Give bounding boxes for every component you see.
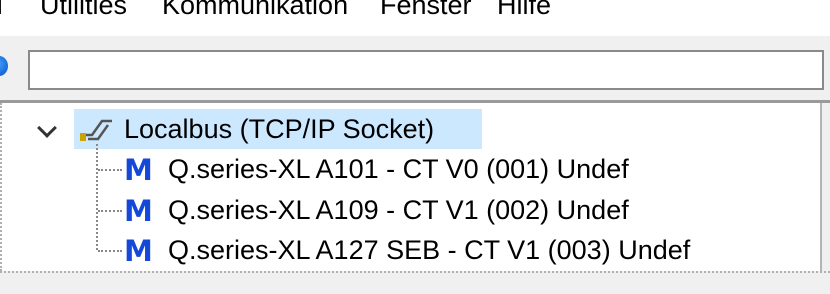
menu-bar: ı Utilities Kommunikation Fenster Hilfe <box>0 0 830 28</box>
tree-connector <box>98 250 122 252</box>
menu-fenster[interactable]: Fenster <box>380 0 472 21</box>
tree-root-label: Localbus (TCP/IP Socket) <box>124 114 435 144</box>
tree-child-row[interactable]: M Q.series-XL A109 - CT V1 (002) Undef <box>2 190 824 230</box>
device-tree: Localbus (TCP/IP Socket) M Q.series-XL A… <box>0 103 822 271</box>
menu-kommunikation[interactable]: Kommunikation <box>162 0 348 21</box>
menu-utilities[interactable]: Utilities <box>40 0 127 21</box>
bottom-border <box>0 271 830 294</box>
m-icon: M <box>124 153 153 187</box>
globe-icon[interactable] <box>0 56 8 76</box>
menu-hilfe[interactable]: Hilfe <box>497 0 551 21</box>
tree-connector <box>98 169 122 171</box>
tree-child-row[interactable]: M Q.series-XL A127 SEB - CT V1 (003) Und… <box>2 230 824 270</box>
m-icon: M <box>124 194 153 228</box>
tree-child-row[interactable]: M Q.series-XL A101 - CT V0 (001) Undef <box>2 149 824 189</box>
tree-child-label: Q.series-XL A127 SEB - CT V1 (003) Undef <box>168 235 691 265</box>
m-icon: M <box>124 234 153 268</box>
tree-child-label: Q.series-XL A109 - CT V1 (002) Undef <box>168 195 629 225</box>
menu-separator: ı <box>0 0 4 21</box>
tree-child-label: Q.series-XL A101 - CT V0 (001) Undef <box>168 154 629 184</box>
tree-pane: Localbus (TCP/IP Socket) M Q.series-XL A… <box>0 103 830 294</box>
address-field[interactable] <box>28 50 824 90</box>
tree-root-row[interactable]: Localbus (TCP/IP Socket) <box>2 109 824 149</box>
tree-connector <box>98 210 122 212</box>
plug-icon <box>80 119 112 141</box>
toolbar <box>0 36 830 100</box>
chevron-down-icon[interactable] <box>37 118 57 138</box>
